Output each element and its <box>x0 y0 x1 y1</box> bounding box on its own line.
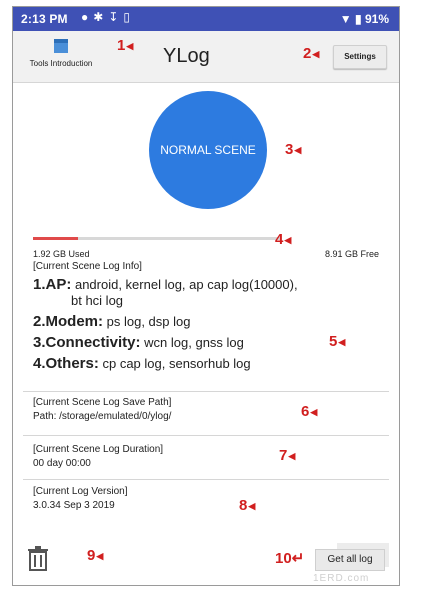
log-info-ap: 1.AP: android, kernel log, ap cap log(10… <box>33 277 393 309</box>
log-info-list: 1.AP: android, kernel log, ap cap log(10… <box>33 277 393 377</box>
log-info-heading: [Current Scene Log Info] <box>33 261 142 272</box>
log-info-modem: 2.Modem: ps log, dsp log <box>33 314 393 330</box>
app-frame: 2:13 PM ●✱↧▯ ▼ ▮ 91% Tools Introduction … <box>12 6 400 586</box>
storage-used-label: 1.92 GB Used <box>33 249 90 259</box>
save-path-section: [Current Scene Log Save Path] Path: /sto… <box>33 396 171 424</box>
marker-9: 9◀ <box>87 547 104 564</box>
divider <box>23 479 389 480</box>
marker-5: 5◀ <box>329 333 346 350</box>
log-info-content: cp cap log, sensorhub log <box>102 356 251 371</box>
settings-button[interactable]: Settings <box>333 45 387 69</box>
duration-heading: [Current Scene Log Duration] <box>33 444 164 455</box>
location-icon: ● <box>81 10 94 24</box>
tools-introduction-button[interactable]: Tools Introduction <box>13 33 109 79</box>
marker-8: 8◀ <box>239 497 256 514</box>
log-info-label: 1.AP: <box>33 276 72 293</box>
storage-progress-bar <box>33 237 281 240</box>
log-info-content: wcn log, gnss log <box>144 335 244 350</box>
wifi-icon: ▼ <box>339 12 352 26</box>
bottom-bar: 9◀ 10↵ Get all log 1ERD.com <box>13 537 399 585</box>
save-path-heading: [Current Scene Log Save Path] <box>33 397 172 408</box>
status-right: ▼ ▮ 91% <box>340 12 389 26</box>
storage-free-label: 8.91 GB Free <box>324 249 379 259</box>
marker-6: 6◀ <box>301 403 318 420</box>
log-info-content-continued: bt hci log <box>71 293 124 308</box>
download-icon: ↧ <box>108 10 124 24</box>
toolbar: Tools Introduction 1◀ YLog 2◀ Settings <box>13 31 399 83</box>
divider <box>23 391 389 392</box>
log-info-label: 4.Others: <box>33 355 99 372</box>
storage-progress-fill <box>33 237 78 240</box>
message-icon: ▯ <box>123 10 135 24</box>
tools-introduction-label: Tools Introduction <box>29 59 93 68</box>
log-info-others: 4.Others: cp cap log, sensorhub log <box>33 356 393 372</box>
status-time: 2:13 PM <box>21 12 68 26</box>
settings-icon: ✱ <box>93 10 109 24</box>
marker-7: 7◀ <box>279 447 296 464</box>
divider <box>23 435 389 436</box>
return-arrow-icon: ↵ <box>291 550 305 567</box>
watermark-text: 1ERD.com <box>313 573 370 584</box>
marker-3: 3◀ <box>285 141 302 158</box>
get-all-log-button[interactable]: Get all log <box>315 549 385 571</box>
trash-icon[interactable] <box>27 545 49 571</box>
log-info-label: 3.Connectivity: <box>33 334 141 351</box>
marker-2: 2◀ <box>303 45 320 62</box>
scene-mode-button[interactable]: NORMAL SCENE <box>149 91 267 209</box>
app-title: YLog <box>163 45 210 67</box>
log-info-content: android, kernel log, ap cap log(10000), <box>74 277 298 292</box>
notification-icons: ●✱↧▯ <box>81 10 135 24</box>
document-icon <box>54 39 68 53</box>
battery-icon: ▮ <box>355 12 362 26</box>
version-value: 3.0.34 Sep 3 2019 <box>33 500 115 511</box>
marker-1: 1◀ <box>117 37 134 54</box>
version-section: [Current Log Version] 3.0.34 Sep 3 2019 <box>33 485 128 513</box>
log-info-label: 2.Modem: <box>33 313 104 330</box>
marker-10: 10↵ <box>275 550 305 567</box>
save-path-value: Path: /storage/emulated/0/ylog/ <box>33 411 172 422</box>
marker-4: 4◀ <box>275 231 292 248</box>
battery-level: 91% <box>364 12 389 26</box>
log-info-content: ps log, dsp log <box>106 314 191 329</box>
status-bar: 2:13 PM ●✱↧▯ ▼ ▮ 91% <box>13 7 399 31</box>
version-heading: [Current Log Version] <box>33 486 128 497</box>
duration-section: [Current Scene Log Duration] 00 day 00:0… <box>33 443 163 471</box>
duration-value: 00 day 00:00 <box>33 458 91 469</box>
